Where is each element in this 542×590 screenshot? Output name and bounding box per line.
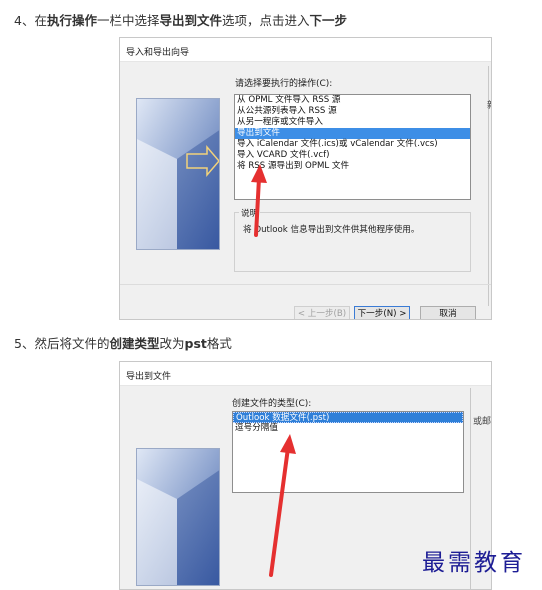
wizard-title-bar: 导入和导出向导 — [120, 38, 491, 62]
operation-item-export-to-file[interactable]: 导出到文件 — [235, 128, 470, 139]
wizard-illustration-icon — [137, 99, 219, 249]
operation-item[interactable]: 从 OPML 文件导入 RSS 源 — [235, 95, 470, 106]
cancel-button[interactable]: 取消 — [420, 306, 476, 319]
export-illustration-icon — [137, 449, 219, 585]
step-5-text: 改为 — [159, 336, 185, 351]
back-button[interactable]: < 上一步(B) — [294, 306, 350, 319]
operation-item[interactable]: 导入 iCalendar 文件(.ics)或 vCalendar 文件(.vcs… — [235, 139, 470, 150]
next-button[interactable]: 下一步(N) > — [354, 306, 410, 319]
background-window-text: 或邮件 — [473, 417, 492, 427]
operation-item[interactable]: 导入 VCARD 文件(.vcf) — [235, 150, 470, 161]
operation-item[interactable]: 从另一程序或文件导入 — [235, 117, 470, 128]
operation-listbox[interactable]: 从 OPML 文件导入 RSS 源 从公共源列表导入 RSS 源 从另一程序或文… — [234, 94, 471, 200]
background-window: 新 — [487, 66, 491, 306]
step-4-bold-next: 下一步 — [309, 13, 348, 28]
file-type-item-csv[interactable]: 逗号分隔值 — [233, 423, 463, 434]
step-4-text: 4、在 — [14, 13, 47, 28]
step-5-instruction: 5、然后将文件的创建类型改为pst格式 — [14, 333, 232, 352]
background-window-text: 新 — [487, 98, 491, 111]
step-5-bold-type: 创建类型 — [109, 336, 160, 351]
button-divider — [120, 284, 491, 285]
file-type-item-pst[interactable]: Outlook 数据文件(.pst) — [233, 412, 463, 423]
step-4-instruction: 4、在执行操作一栏中选择导出到文件选项，点击进入下一步 — [14, 10, 347, 29]
description-text: 将 Outlook 信息导出到文件供其他程序使用。 — [243, 225, 420, 235]
operation-list-label: 请选择要执行的操作(C): — [235, 79, 333, 89]
description-title: 说明 — [239, 207, 261, 219]
step-5-text: 格式 — [206, 336, 232, 351]
step-4-text: 一栏中选择 — [96, 13, 160, 28]
export-side-illustration — [136, 448, 220, 586]
step-4-text: 选项，点击进入 — [222, 13, 310, 28]
wizard-side-illustration — [136, 98, 220, 250]
watermark-text: 最需教育 — [422, 550, 526, 576]
export-dialog-title-bar: 导出到文件 — [120, 362, 491, 386]
import-export-wizard-screenshot: 导入和导出向导 新 请选择要执行的操作(C): 从 OPML 文件导入 RSS … — [119, 37, 492, 320]
step-4-bold-option: 导出到文件 — [159, 13, 222, 28]
operation-item[interactable]: 从公共源列表导入 RSS 源 — [235, 106, 470, 117]
file-type-listbox[interactable]: Outlook 数据文件(.pst) 逗号分隔值 — [232, 411, 464, 493]
operation-item[interactable]: 将 RSS 源导出到 OPML 文件 — [235, 161, 470, 172]
description-group: 说明 将 Outlook 信息导出到文件供其他程序使用。 — [234, 207, 471, 272]
step-4-bold-action: 执行操作 — [46, 13, 97, 28]
file-type-list-label: 创建文件的类型(C): — [232, 399, 312, 409]
step-5-text: 5、然后将文件的 — [14, 336, 110, 351]
step-5-bold-format: pst — [184, 336, 207, 351]
